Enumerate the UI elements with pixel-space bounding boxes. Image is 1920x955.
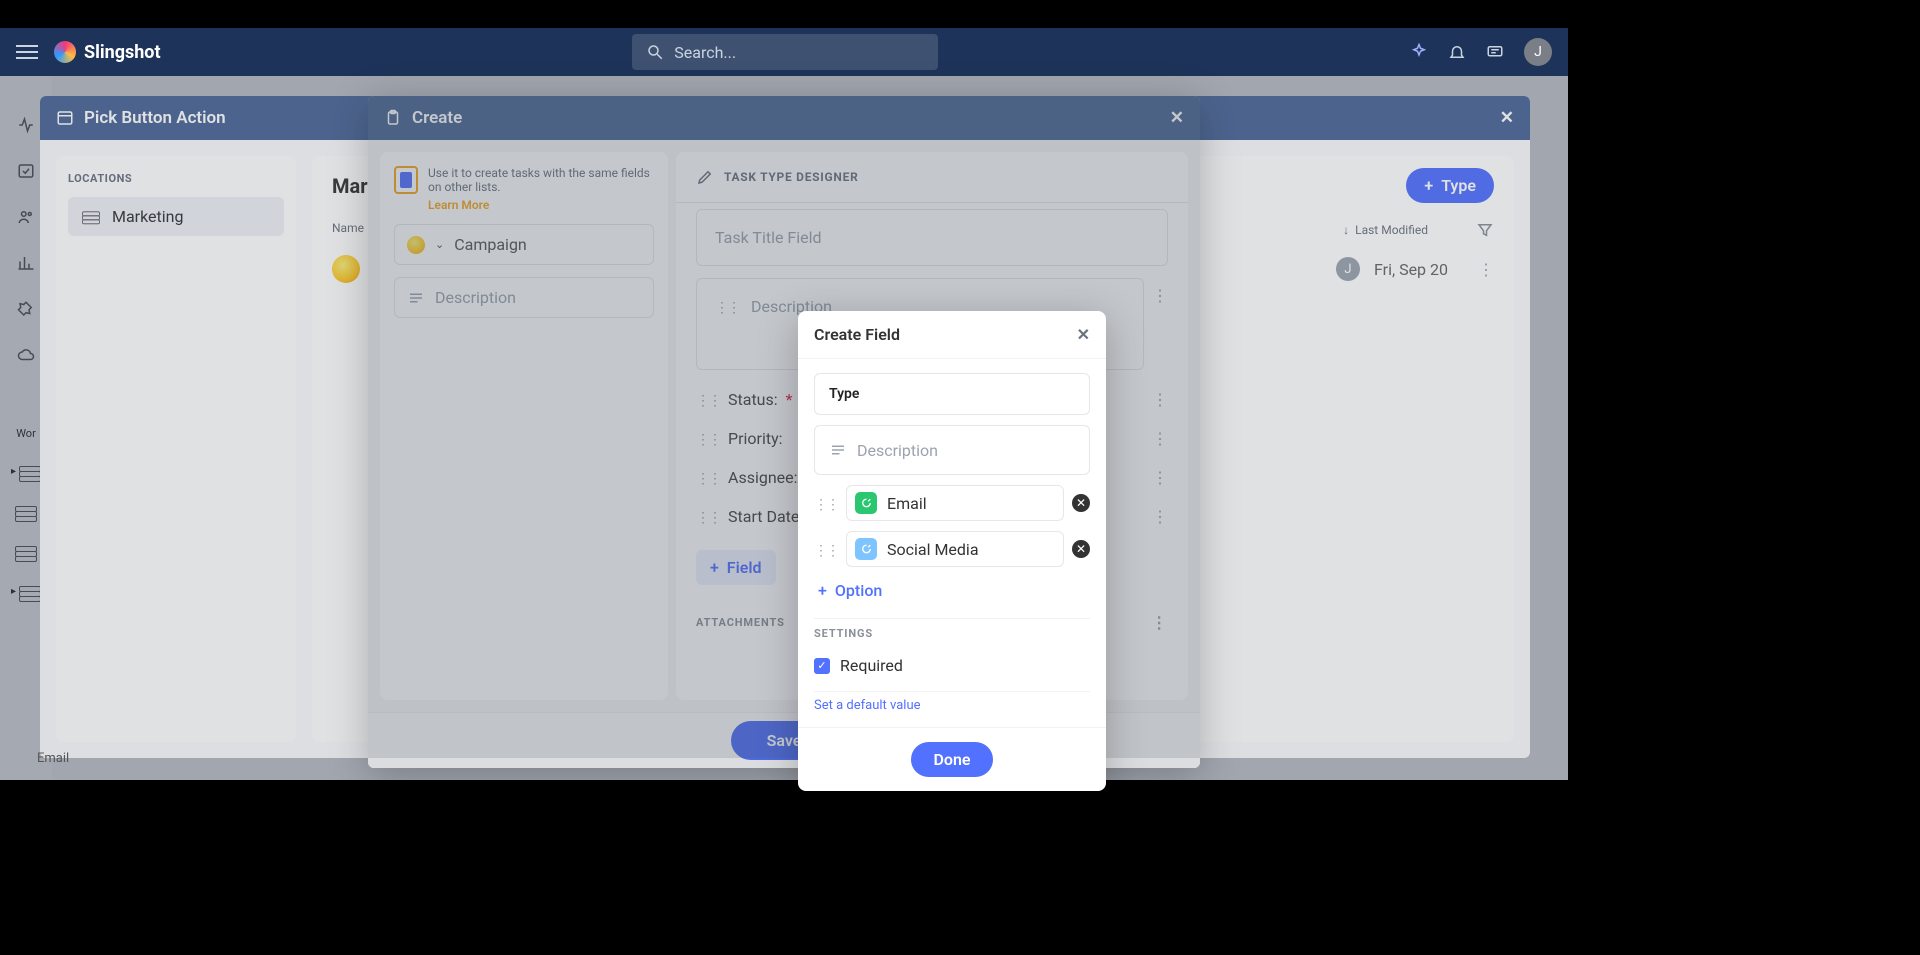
field-more-icon[interactable] — [1152, 278, 1168, 305]
col-name: Name — [332, 221, 364, 239]
field-more-icon[interactable] — [1152, 507, 1168, 526]
task-type-designer-label: TASK TYPE DESIGNER — [724, 170, 858, 184]
option-input[interactable]: Email — [846, 485, 1064, 521]
drag-handle-icon[interactable] — [696, 468, 720, 487]
search-placeholder: Search... — [674, 43, 736, 62]
col-modified-header[interactable]: ↓ Last Modified — [1343, 221, 1428, 239]
required-label: Required — [840, 656, 903, 675]
text-icon — [407, 289, 425, 307]
field-description-input[interactable]: Description — [814, 425, 1090, 475]
close-icon[interactable] — [1500, 108, 1514, 128]
email-field-label: Email — [37, 751, 69, 770]
description-placeholder: Description — [435, 288, 516, 307]
drag-handle-icon[interactable] — [696, 390, 720, 409]
plus-icon — [1424, 176, 1433, 195]
drag-handle-icon[interactable] — [696, 429, 720, 448]
row-more-icon[interactable] — [1478, 260, 1494, 279]
search-icon — [646, 43, 664, 61]
attachments-more-icon[interactable] — [1151, 613, 1168, 632]
create-modal-title: Create — [412, 108, 462, 128]
option-row: Social Media ✕ — [814, 531, 1090, 567]
color-swatch-icon[interactable] — [855, 538, 877, 560]
location-item-label: Marketing — [112, 207, 183, 226]
avatar: J — [1336, 257, 1360, 281]
plus-icon — [818, 581, 827, 600]
plus-icon — [710, 558, 719, 577]
sort-icon: ↓ — [1343, 223, 1349, 237]
row-date: Fri, Sep 20 — [1374, 260, 1448, 279]
checkbox-icon: ✓ — [814, 658, 830, 674]
option-input[interactable]: Social Media — [846, 531, 1064, 567]
brand: Slingshot — [54, 41, 161, 63]
remove-option-icon[interactable]: ✕ — [1072, 494, 1090, 512]
option-label: Email — [887, 494, 927, 513]
drag-handle-icon[interactable] — [696, 507, 720, 526]
campaign-bulb-icon — [332, 255, 360, 283]
location-item-marketing[interactable]: Marketing — [68, 197, 284, 236]
task-type-name: Campaign — [454, 235, 527, 254]
search-input[interactable]: Search... — [632, 34, 938, 70]
drag-handle-icon[interactable] — [814, 494, 838, 513]
tip-icon — [394, 166, 418, 194]
col-modified: Last Modified — [1355, 223, 1428, 237]
drag-handle-icon[interactable] — [814, 540, 838, 559]
settings-label: SETTINGS — [814, 618, 1090, 640]
chevron-down-icon: ⌄ — [435, 238, 444, 251]
close-icon[interactable] — [1077, 325, 1090, 344]
clipboard-icon — [384, 109, 402, 127]
pick-modal-title: Pick Button Action — [84, 108, 226, 128]
done-button[interactable]: Done — [911, 742, 992, 777]
close-icon[interactable] — [1170, 108, 1184, 128]
add-field-button[interactable]: Field — [696, 550, 776, 585]
add-field-label: Field — [727, 558, 762, 577]
locations-label: LOCATIONS — [68, 172, 284, 185]
field-more-icon[interactable] — [1152, 468, 1168, 487]
window-icon — [56, 109, 74, 127]
brand-logo-icon — [54, 41, 76, 63]
remove-option-icon[interactable]: ✕ — [1072, 540, 1090, 558]
create-field-title: Create Field — [814, 325, 900, 344]
brand-name: Slingshot — [84, 42, 161, 63]
add-option-button[interactable]: Option — [814, 577, 1090, 604]
menu-icon[interactable] — [16, 41, 38, 63]
chat-icon[interactable] — [1486, 43, 1504, 61]
field-name-value: Type — [829, 386, 859, 402]
type-button[interactable]: Type — [1406, 168, 1494, 203]
bell-icon[interactable] — [1448, 43, 1466, 61]
user-avatar[interactable]: J — [1524, 38, 1552, 66]
filter-icon[interactable] — [1476, 221, 1494, 239]
field-desc-placeholder: Description — [857, 441, 938, 460]
task-title-field[interactable]: Task Title Field — [696, 209, 1168, 266]
task-type-selector[interactable]: ⌄ Campaign — [394, 224, 654, 265]
description-input[interactable]: Description — [394, 277, 654, 318]
text-icon — [829, 441, 847, 459]
drag-handle-icon[interactable] — [715, 297, 739, 316]
option-label: Social Media — [887, 540, 979, 559]
top-nav: Slingshot Search... J — [0, 28, 1568, 76]
option-row: Email ✕ — [814, 485, 1090, 521]
pencil-icon — [696, 168, 714, 186]
learn-more-link[interactable]: Learn More — [428, 198, 654, 212]
attachments-label: ATTACHMENTS — [696, 616, 785, 629]
color-swatch-icon[interactable] — [855, 492, 877, 514]
bulb-icon — [407, 236, 425, 254]
tip-text: Use it to create tasks with the same fie… — [428, 166, 654, 212]
set-default-value-link[interactable]: Set a default value — [814, 691, 1090, 713]
locations-panel: LOCATIONS Marketing — [56, 156, 296, 742]
create-field-popover: Create Field Type Description Email ✕ — [798, 311, 1106, 791]
field-more-icon[interactable] — [1152, 390, 1168, 409]
required-toggle[interactable]: ✓ Required — [814, 650, 1090, 681]
ai-sparkle-icon[interactable] — [1410, 43, 1428, 61]
add-option-label: Option — [835, 581, 882, 600]
field-more-icon[interactable] — [1152, 429, 1168, 448]
field-name-input[interactable]: Type — [814, 373, 1090, 415]
type-button-label: Type — [1441, 176, 1476, 195]
